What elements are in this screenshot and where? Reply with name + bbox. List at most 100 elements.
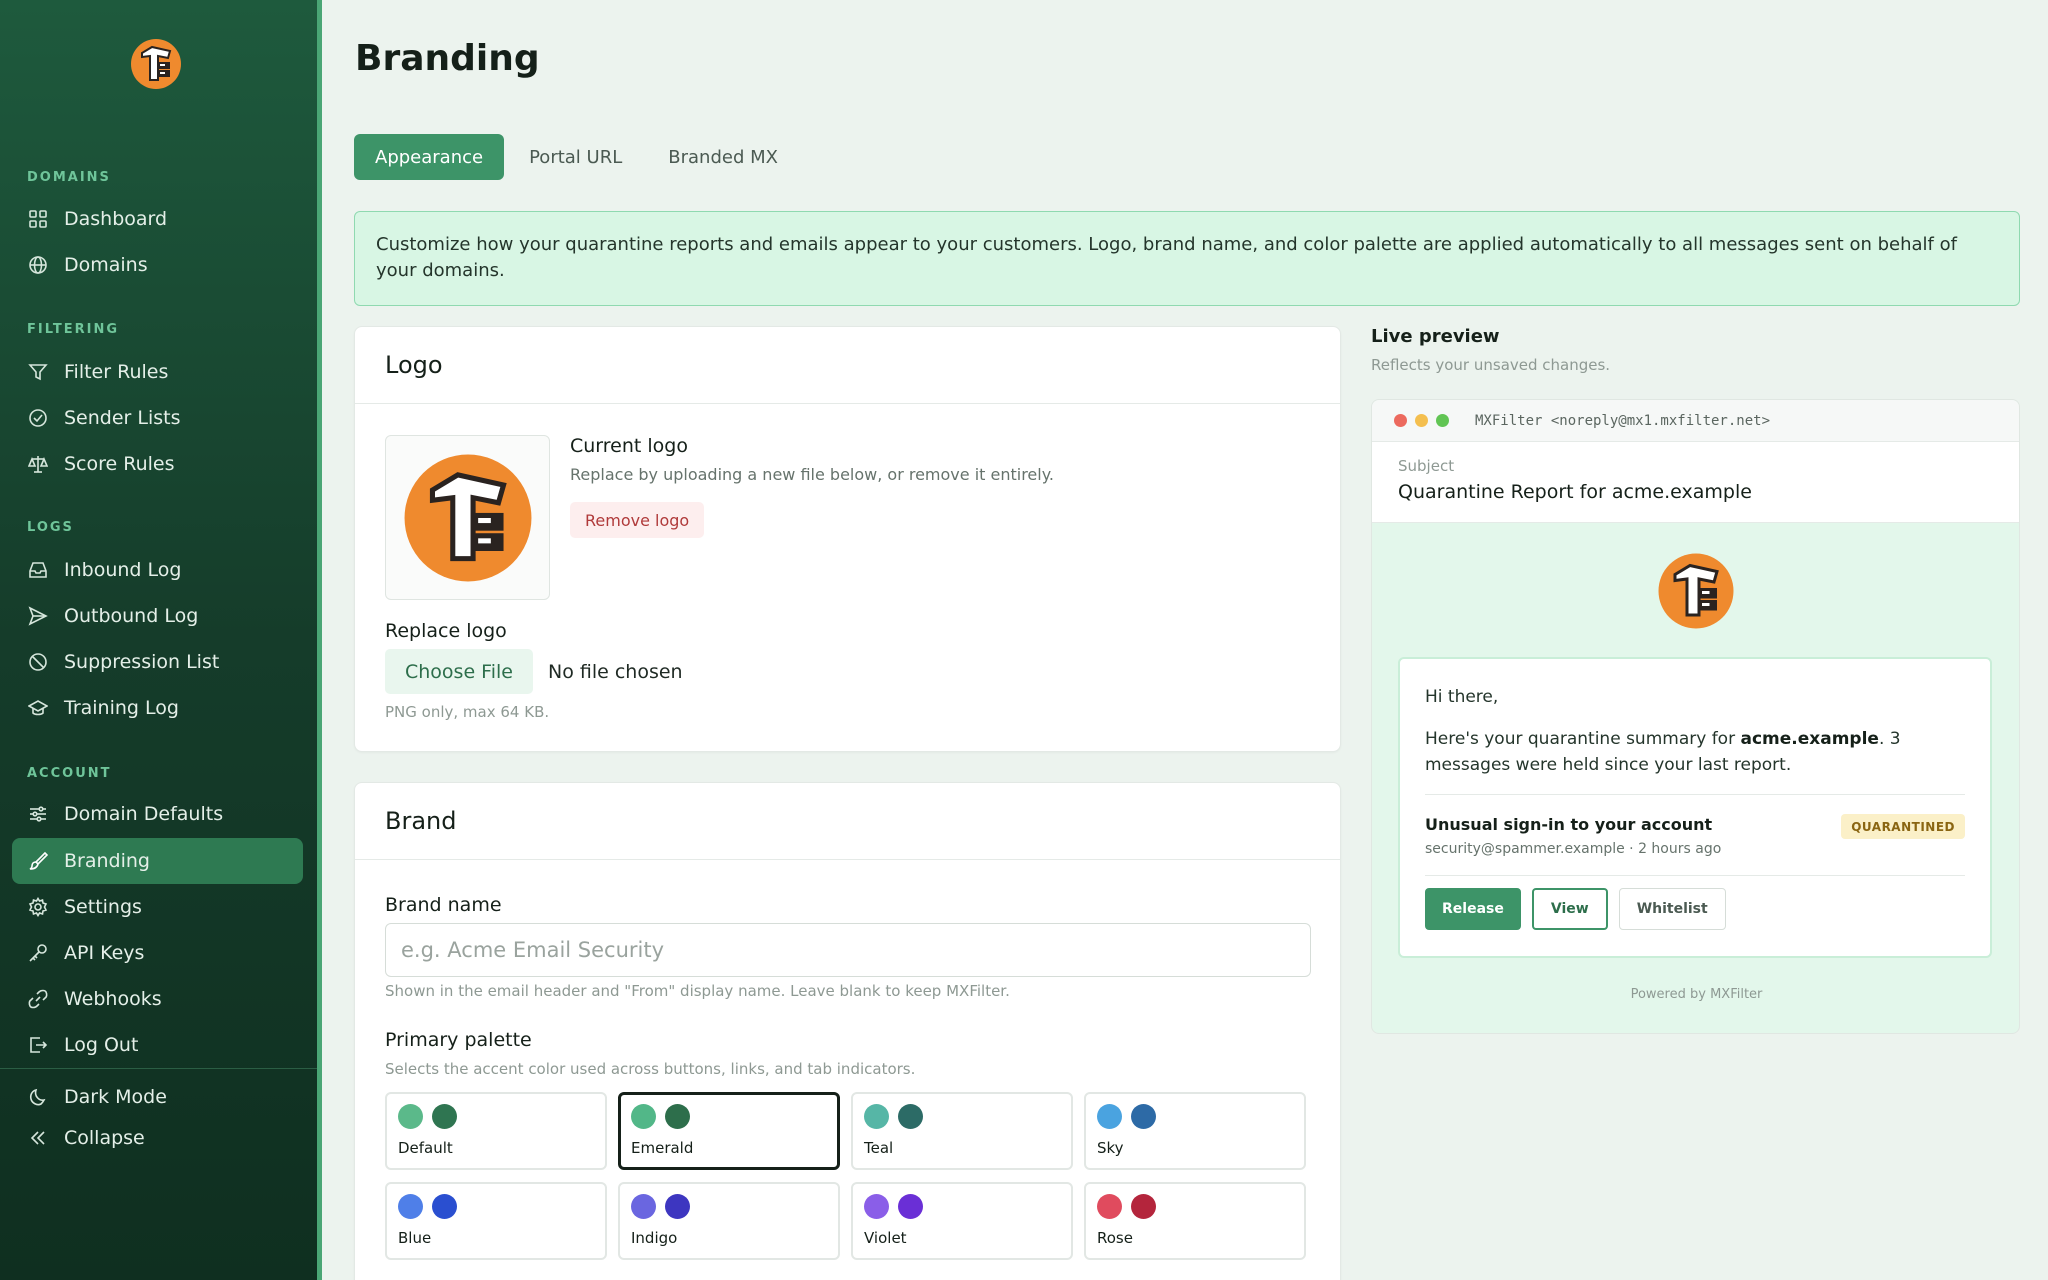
filter-icon xyxy=(28,364,48,381)
sidebar-item-outbound-log[interactable]: Outbound Log xyxy=(12,593,303,639)
palette-name: Blue xyxy=(398,1229,432,1247)
preview-summary: Here's your quarantine summary for acme.… xyxy=(1425,726,1965,778)
palette-dots xyxy=(398,1104,594,1130)
logout-icon xyxy=(30,1037,48,1053)
palette-name: Indigo xyxy=(631,1229,678,1247)
sidebar: DOMAINS Dashboard Domains FILTERING Filt… xyxy=(0,0,322,1280)
view-button[interactable]: View xyxy=(1531,888,1608,930)
palette-option-indigo[interactable]: Indigo xyxy=(618,1182,840,1260)
palette-color-dot xyxy=(398,1104,423,1129)
check-circle-icon xyxy=(29,409,47,427)
sidebar-item-score-rules[interactable]: Score Rules xyxy=(12,441,303,487)
current-logo-image xyxy=(385,435,550,600)
page-title: Branding xyxy=(355,38,540,79)
window-maximize-dot xyxy=(1436,414,1449,427)
preview-greeting: Hi there, xyxy=(1425,687,1499,707)
sidebar-item-log-out[interactable]: Log Out xyxy=(12,1022,303,1068)
brand-name-input[interactable] xyxy=(385,923,1311,977)
palette-option-teal[interactable]: Teal xyxy=(851,1092,1073,1170)
palette-name: Teal xyxy=(864,1139,894,1157)
palette-color-dot xyxy=(432,1194,457,1219)
palette-option-emerald[interactable]: Emerald xyxy=(618,1092,840,1170)
sidebar-item-label: Branding xyxy=(64,850,150,872)
file-input: Choose File No file chosen xyxy=(385,649,683,694)
message-meta: security@spammer.example · 2 hours ago xyxy=(1425,841,1722,857)
card-title: Logo xyxy=(355,327,1340,404)
dark-mode-toggle[interactable]: Dark Mode xyxy=(12,1074,303,1120)
palette-option-violet[interactable]: Violet xyxy=(851,1182,1073,1260)
sidebar-item-label: Dashboard xyxy=(64,208,168,230)
sidebar-item-suppression-list[interactable]: Suppression List xyxy=(12,639,303,685)
tab-branded-mx[interactable]: Branded MX xyxy=(647,134,799,180)
palette-name: Default xyxy=(398,1139,453,1157)
summary-domain: acme.example xyxy=(1740,729,1879,749)
current-logo-description: Replace by uploading a new file below, o… xyxy=(570,465,1054,484)
palette-dots xyxy=(864,1104,1060,1130)
app-logo[interactable] xyxy=(130,38,182,90)
sidebar-item-api-keys[interactable]: API Keys xyxy=(12,930,303,976)
quarantined-message-row: Unusual sign-in to your account security… xyxy=(1425,794,1965,876)
sidebar-item-webhooks[interactable]: Webhooks xyxy=(12,976,303,1022)
sidebar-item-settings[interactable]: Settings xyxy=(12,884,303,930)
card-title: Brand xyxy=(355,783,1340,860)
choose-file-button[interactable]: Choose File xyxy=(385,649,533,694)
preview-from: MXFilter <noreply@mx1.mxfilter.net> xyxy=(1475,412,1771,429)
palette-name: Sky xyxy=(1097,1139,1124,1157)
brand-name-hint: Shown in the email header and "From" dis… xyxy=(385,982,1010,1000)
palette-color-dot xyxy=(631,1194,656,1219)
preview-actions: Release View Whitelist xyxy=(1425,888,1726,930)
sidebar-item-label: Domain Defaults xyxy=(64,803,224,825)
palette-color-dot xyxy=(1097,1104,1122,1129)
globe-icon xyxy=(29,256,47,274)
sidebar-item-sender-lists[interactable]: Sender Lists xyxy=(12,395,303,441)
status-badge: QUARANTINED xyxy=(1841,814,1965,839)
sidebar-item-label: Collapse xyxy=(64,1127,145,1149)
key-icon xyxy=(29,944,47,962)
palette-color-dot xyxy=(864,1194,889,1219)
release-button[interactable]: Release xyxy=(1425,888,1521,930)
tab-bar: Appearance Portal URL Branded MX xyxy=(354,134,799,180)
info-banner: Customize how your quarantine reports an… xyxy=(354,211,2020,306)
double-chevron-left-icon xyxy=(30,1131,45,1145)
brand-name-label: Brand name xyxy=(385,894,502,916)
palette-color-dot xyxy=(1131,1194,1156,1219)
palette-option-blue[interactable]: Blue xyxy=(385,1182,607,1260)
sidebar-item-domain-defaults[interactable]: Domain Defaults xyxy=(12,791,303,837)
remove-logo-button[interactable]: Remove logo xyxy=(570,502,705,538)
file-hint: PNG only, max 64 KB. xyxy=(385,703,550,721)
replace-logo-label: Replace logo xyxy=(385,620,507,642)
collapse-button[interactable]: Collapse xyxy=(12,1115,303,1161)
sidebar-item-filter-rules[interactable]: Filter Rules xyxy=(12,349,303,395)
sidebar-item-dashboard[interactable]: Dashboard xyxy=(12,196,303,242)
sidebar-item-label: API Keys xyxy=(64,942,145,964)
palette-color-dot xyxy=(1097,1194,1122,1219)
sidebar-item-branding[interactable]: Branding xyxy=(12,838,303,884)
sidebar-item-domains[interactable]: Domains xyxy=(12,242,303,288)
scale-icon xyxy=(28,456,48,473)
palette-dots xyxy=(631,1104,827,1130)
sidebar-item-inbound-log[interactable]: Inbound Log xyxy=(12,547,303,593)
palette-dots xyxy=(1097,1194,1293,1220)
grid-icon xyxy=(29,210,47,228)
sidebar-item-label: Settings xyxy=(64,896,142,918)
palette-option-default[interactable]: Default xyxy=(385,1092,607,1170)
sidebar-item-label: Log Out xyxy=(64,1034,139,1056)
palette-color-dot xyxy=(1131,1104,1156,1129)
sidebar-item-label: Score Rules xyxy=(64,453,175,475)
logo-card: Logo Current logo Replace by uploading a… xyxy=(354,326,1341,752)
palette-option-rose[interactable]: Rose xyxy=(1084,1182,1306,1260)
email-preview: MXFilter <noreply@mx1.mxfilter.net> Subj… xyxy=(1371,399,2020,1034)
tab-portal-url[interactable]: Portal URL xyxy=(508,134,643,180)
sidebar-item-training-log[interactable]: Training Log xyxy=(12,685,303,731)
current-logo-title: Current logo xyxy=(570,435,688,457)
palette-dots xyxy=(1097,1104,1293,1130)
tab-appearance[interactable]: Appearance xyxy=(354,134,505,180)
palette-dots xyxy=(398,1194,594,1220)
section-title-account: ACCOUNT xyxy=(27,766,112,781)
whitelist-button[interactable]: Whitelist xyxy=(1618,888,1726,930)
sidebar-item-label: Webhooks xyxy=(64,988,162,1010)
palette-color-dot xyxy=(898,1104,923,1129)
palette-color-dot xyxy=(432,1104,457,1129)
primary-palette-label: Primary palette xyxy=(385,1029,532,1051)
palette-option-sky[interactable]: Sky xyxy=(1084,1092,1306,1170)
